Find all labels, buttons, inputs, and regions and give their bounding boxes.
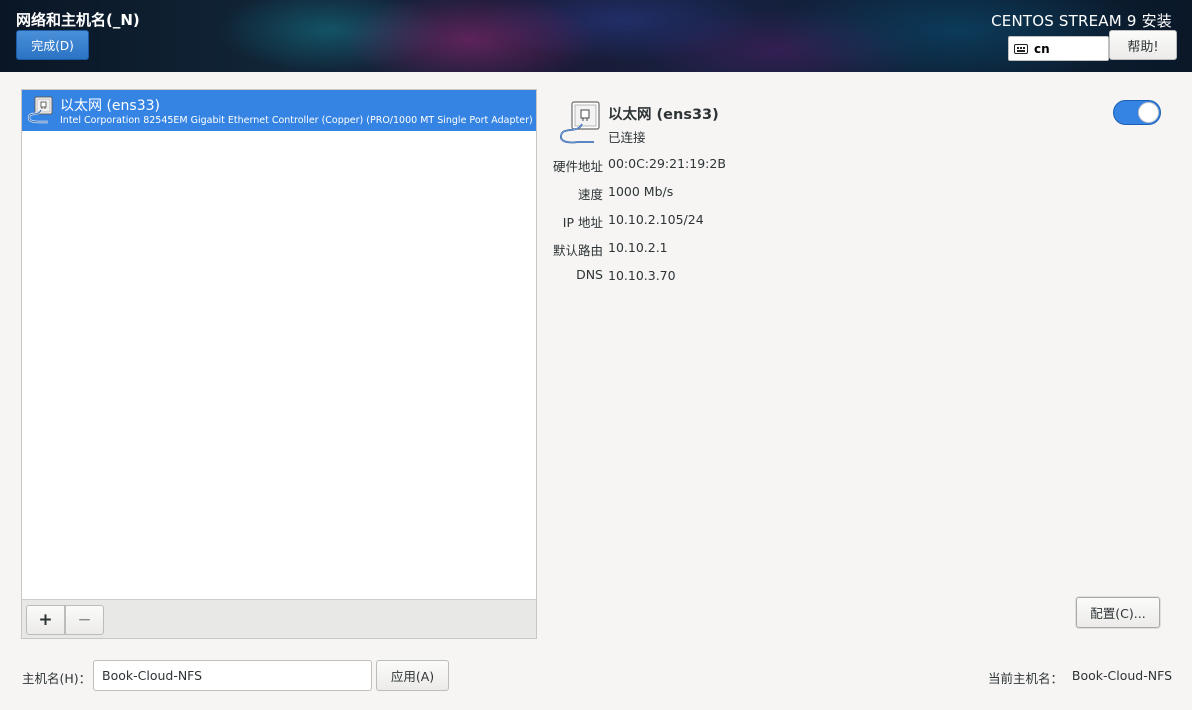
- default-route-value: 10.10.2.1: [608, 240, 668, 255]
- keyboard-icon: [1014, 43, 1028, 54]
- ip-address-value: 10.10.2.105/24: [608, 212, 704, 227]
- network-wired-icon: [560, 101, 600, 144]
- default-route-label: 默认路由: [552, 243, 603, 258]
- speed-label: 速度: [577, 187, 603, 202]
- hostname-label: 主机名(H)：: [22, 671, 92, 686]
- device-list-panel: 以太网 (ens33) Intel Corporation 82545EM Gi…: [21, 89, 537, 639]
- device-name: 以太网 (ens33): [60, 98, 160, 114]
- connection-status: 已连接: [608, 130, 646, 145]
- dns-value: 10.10.3.70: [608, 268, 676, 283]
- device-list-item[interactable]: 以太网 (ens33) Intel Corporation 82545EM Gi…: [22, 90, 536, 131]
- done-button[interactable]: 完成(D): [16, 30, 89, 60]
- remove-device-button[interactable]: −: [65, 605, 104, 635]
- dns-label: DNS: [576, 267, 603, 282]
- device-description: Intel Corporation 82545EM Gigabit Ethern…: [60, 115, 533, 126]
- network-wired-icon: [27, 96, 53, 124]
- toggle-knob: [1138, 102, 1159, 123]
- header-bar: 网络和主机名(_N) 完成(D) CENTOS STREAM 9 安装 cn 帮…: [0, 0, 1192, 72]
- device-list-toolbar: + −: [22, 599, 536, 638]
- device-detail-name: 以太网 (ens33): [608, 107, 719, 123]
- speed-value: 1000 Mb/s: [608, 184, 674, 199]
- ip-address-label: IP 地址: [562, 215, 603, 230]
- keyboard-layout-label: cn: [1034, 41, 1050, 56]
- hardware-address-value: 00:0C:29:21:19:2B: [608, 156, 726, 171]
- keyboard-layout-indicator[interactable]: cn: [1008, 36, 1109, 61]
- add-device-button[interactable]: +: [26, 605, 65, 635]
- current-hostname-label: 当前主机名：: [988, 671, 1064, 686]
- product-title: CENTOS STREAM 9 安装: [991, 12, 1172, 30]
- page-title: 网络和主机名(_N): [16, 11, 140, 29]
- current-hostname-value: Book-Cloud-NFS: [1071, 668, 1172, 683]
- configure-button[interactable]: 配置(C)...: [1076, 597, 1160, 628]
- help-button[interactable]: 帮助!: [1109, 30, 1177, 60]
- apply-hostname-button[interactable]: 应用(A): [376, 660, 449, 691]
- hostname-input[interactable]: [93, 660, 372, 691]
- device-enable-toggle[interactable]: [1113, 100, 1161, 125]
- hardware-address-label: 硬件地址: [552, 159, 603, 174]
